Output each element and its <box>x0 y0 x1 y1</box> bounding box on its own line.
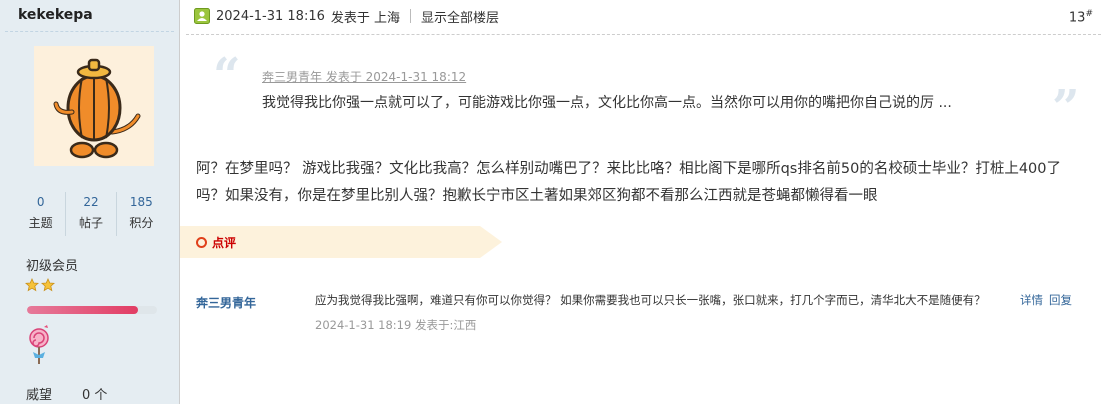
comment-detail-link[interactable]: 详情 <box>1020 292 1043 308</box>
stat-label: 积分 <box>129 216 154 230</box>
floor-number[interactable]: 13# <box>1069 9 1093 25</box>
level-progress-bar <box>27 306 157 314</box>
divider <box>5 31 174 32</box>
post-content: 阿？在梦里吗？ 游戏比我强？文化比我高？怎么样别动嘴巴了？来比比咯？相比阁下是哪… <box>196 161 1061 204</box>
comment-author[interactable]: 奔三男青年 <box>196 294 256 311</box>
medal[interactable] <box>27 324 53 370</box>
pumpkin-avatar-icon <box>53 58 141 159</box>
stat-threads[interactable]: 0 主题 <box>16 192 67 236</box>
comment-text: 应为我觉得我比强啊，难道只有你可以你觉得？ 如果你需要我也可以只长一张嘴，张口就… <box>315 293 986 307</box>
prestige: 威望 0 个 <box>26 384 107 403</box>
comment-label-text: 点评 <box>212 236 237 250</box>
stat-posts[interactable]: 22 帖子 <box>66 192 117 236</box>
lollipop-medal-icon <box>29 325 49 364</box>
prestige-label: 威望 <box>26 388 53 403</box>
username[interactable]: kekekepa <box>18 7 93 23</box>
floor-mark: # <box>1085 9 1093 19</box>
user-stats: 0 主题 22 帖子 185 积分 <box>16 192 166 236</box>
post-location: 发表于 上海 <box>330 10 401 26</box>
rank-stars <box>25 278 55 292</box>
comment-circle-icon <box>196 237 207 248</box>
stat-label: 帖子 <box>78 216 103 230</box>
avatar[interactable] <box>34 46 154 166</box>
quote-open-icon: “ <box>213 48 241 104</box>
stat-points[interactable]: 185 积分 <box>117 192 166 236</box>
user-group[interactable]: 初级会员 <box>26 255 78 274</box>
stat-value: 185 <box>129 195 153 209</box>
stat-label: 主题 <box>28 216 53 230</box>
divider <box>186 34 1101 35</box>
show-all-floors-link[interactable]: 显示全部楼层 <box>421 7 499 26</box>
post-date: 2024-1-31 18:16 <box>216 8 325 24</box>
quote-text: 我觉得我比你强一点就可以了，可能游戏比你强一点，文化比你高一点。当然你可以用你的… <box>262 95 952 111</box>
comment-actions: 详情 回复 <box>1020 292 1072 308</box>
stat-value: 0 <box>36 195 45 209</box>
star-icon <box>25 278 39 292</box>
divider <box>410 9 412 23</box>
star-icon <box>41 278 55 292</box>
floor-value: 13 <box>1068 10 1086 26</box>
comment-time: 2024-1-31 18:19 发表于:江西 <box>315 318 477 332</box>
quote-meta[interactable]: 奔三男青年 发表于 2024-1-31 18:12 <box>262 68 466 85</box>
quote-close-icon: ” <box>1052 80 1080 136</box>
level-progress-fill <box>27 306 138 314</box>
online-status-icon <box>194 8 210 24</box>
prestige-value: 0 个 <box>82 388 108 403</box>
comment-reply-link[interactable]: 回复 <box>1049 292 1072 308</box>
comment-section-label: 点评 <box>196 234 236 251</box>
stat-value: 22 <box>83 195 99 209</box>
post-header: 2024-1-31 18:16 发表于 上海 显示全部楼层 <box>194 0 1101 32</box>
user-sidebar: kekekepa 0 主题 22 帖子 185 积分 初级会员 威望 0 个 <box>0 0 180 404</box>
